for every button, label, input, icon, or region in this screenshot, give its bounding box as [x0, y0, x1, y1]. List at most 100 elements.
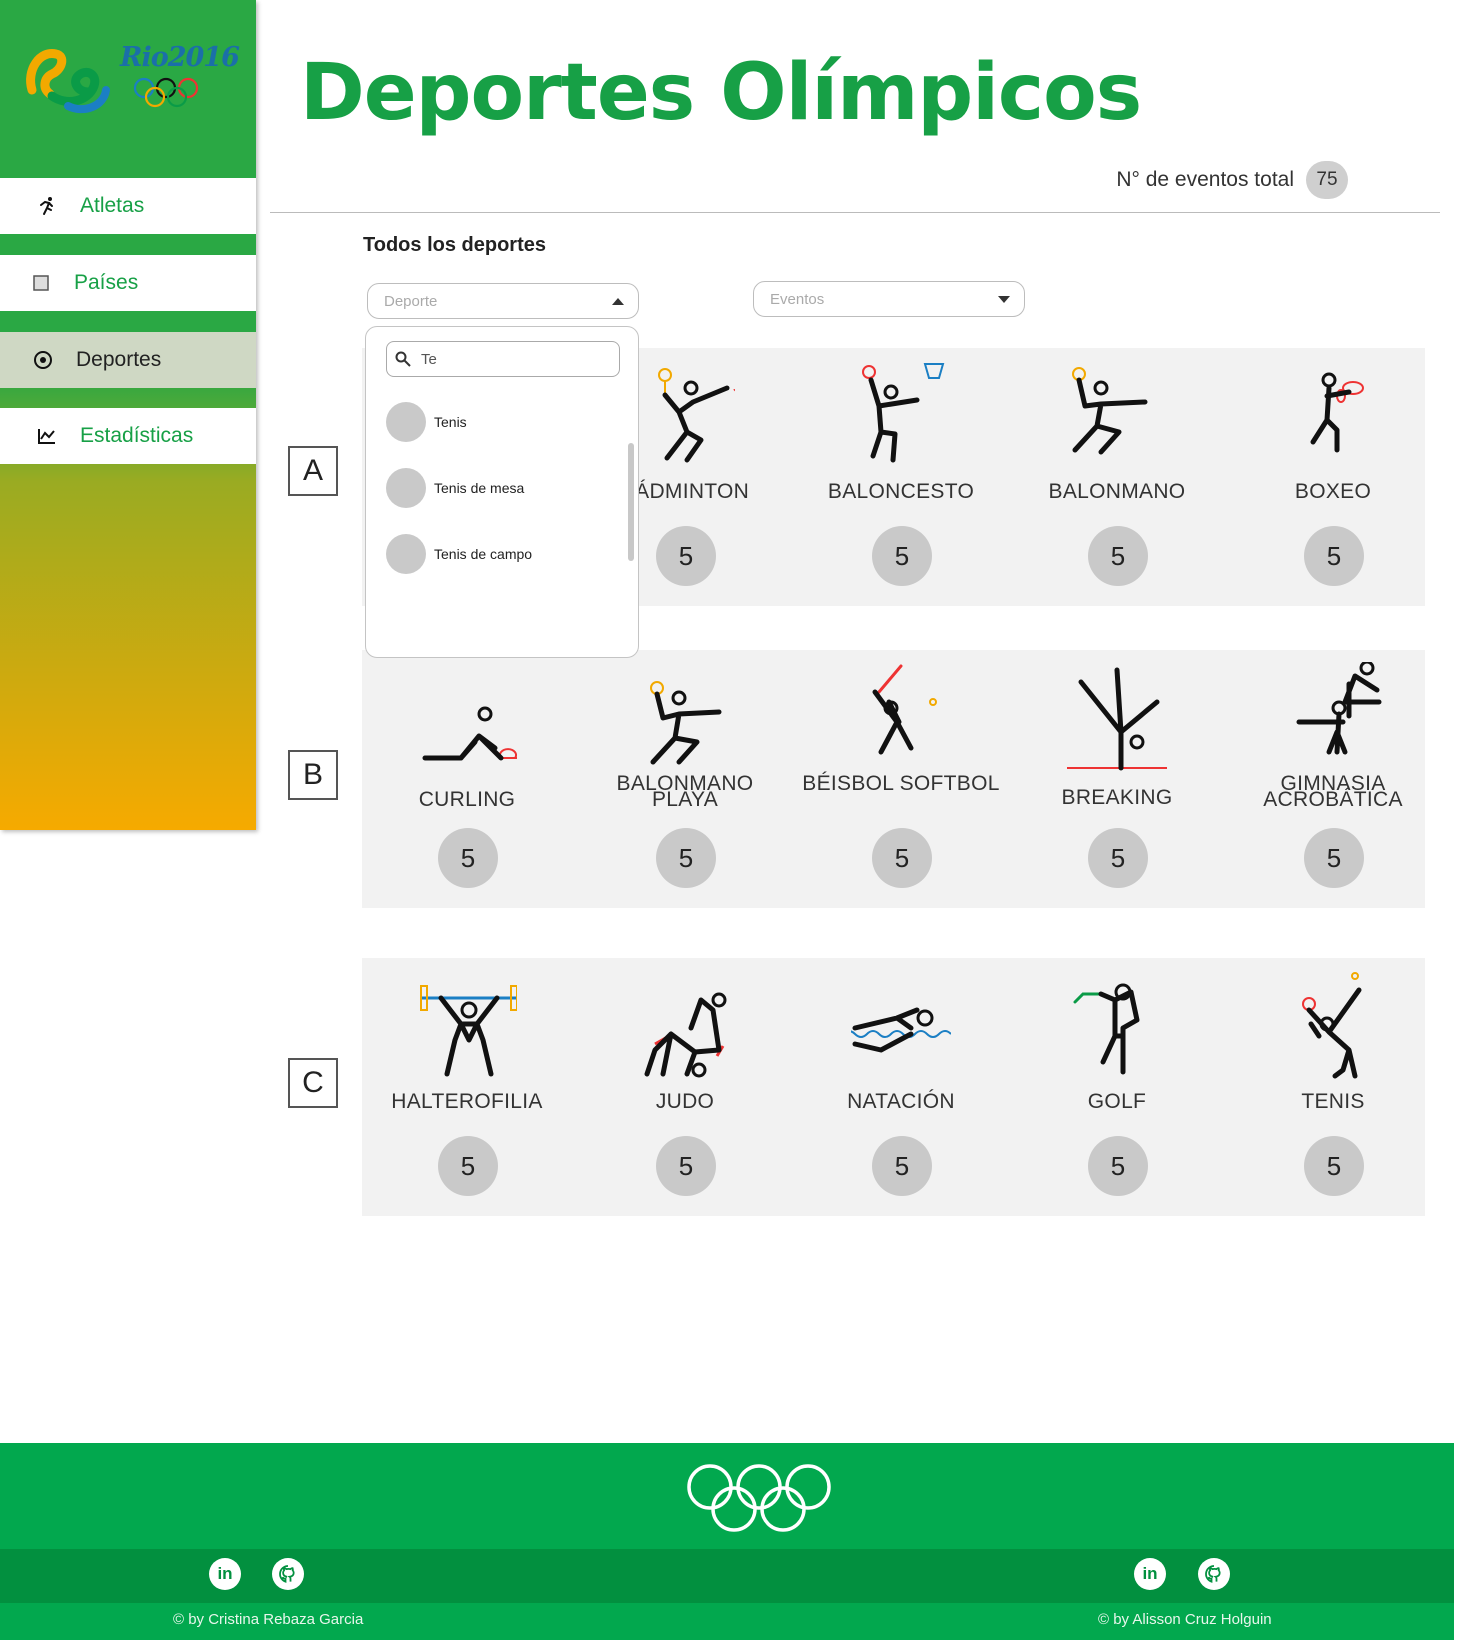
- page-title: Deportes Olímpicos: [300, 48, 1142, 138]
- sport-card-gimnasia-acrobatica[interactable]: GIMNASIA ACROBÁTICA 5: [1233, 650, 1433, 908]
- dropdown-search-input[interactable]: Te: [386, 341, 620, 377]
- sport-dropdown-panel: Te Tenis Tenis de mesa Tenis de campo: [365, 326, 639, 658]
- row-letter-a: A: [288, 446, 338, 496]
- github-icon[interactable]: [272, 1558, 304, 1590]
- option-label: Tenis de mesa: [434, 480, 525, 496]
- acrobatic-gymnastics-icon: [1296, 662, 1382, 755]
- events-select-placeholder: Eventos: [770, 290, 825, 308]
- handball-icon: [1072, 367, 1148, 455]
- nav-label-paises: Países: [74, 271, 139, 294]
- beach-handball-icon: [650, 681, 722, 765]
- sport-name: BREAKING: [1061, 786, 1173, 809]
- row-letter-c: C: [288, 1058, 338, 1108]
- sport-select-placeholder: Deporte: [384, 292, 438, 310]
- sport-card-beisbol-softbol[interactable]: BÉISBOL SOFTBOL 5: [801, 650, 1001, 908]
- sport-event-count: 5: [872, 526, 932, 586]
- events-total: N° de eventos total 75: [1116, 161, 1348, 199]
- sport-card-golf[interactable]: GOLF 5: [1017, 958, 1217, 1216]
- sport-card-natacion[interactable]: NATACIÓN 5: [801, 958, 1001, 1216]
- linkedin-icon[interactable]: in: [209, 1558, 241, 1590]
- nav-item-deportes[interactable]: Deportes: [0, 332, 256, 388]
- events-select[interactable]: Eventos: [753, 281, 1025, 317]
- sport-name: JUDO: [655, 1090, 715, 1113]
- sport-name: CURLING: [418, 788, 516, 811]
- option-avatar: [386, 402, 426, 442]
- olympic-rings-icon: [133, 77, 199, 108]
- sport-name: BÉISBOL SOFTBOL: [802, 772, 1000, 795]
- boxing-icon: [1310, 372, 1364, 453]
- chart-icon: [36, 425, 58, 447]
- olympic-rings-icon: [687, 1464, 831, 1532]
- tennis-icon: [1302, 972, 1362, 1079]
- sport-event-count: 5: [656, 1136, 716, 1196]
- sport-event-count: 5: [1088, 526, 1148, 586]
- sport-select[interactable]: Deporte: [367, 283, 639, 319]
- sport-name: HALTEROFILIA: [391, 1090, 543, 1113]
- dropdown-search-value: Te: [421, 350, 437, 368]
- sport-card-curling[interactable]: CURLING 5: [367, 650, 567, 908]
- events-total-label: N° de eventos total: [1116, 168, 1294, 191]
- sport-name: GIMNASIA ACROBÁTICA: [1263, 772, 1403, 811]
- sport-event-count: 5: [1304, 1136, 1364, 1196]
- dropdown-option[interactable]: Tenis de mesa: [386, 467, 524, 509]
- sidebar: Rio2016 Atletas Países Deportes Estadíst…: [0, 0, 256, 830]
- sport-event-count: 5: [1088, 828, 1148, 888]
- weightlifting-icon: [420, 985, 517, 1077]
- sport-card-balonmano-playa[interactable]: BALONMANO PLAYA 5: [585, 650, 785, 908]
- section-label: Todos los deportes: [363, 234, 546, 256]
- running-icon: [36, 195, 58, 217]
- sport-card-baloncesto[interactable]: BALONCESTO 5: [801, 348, 1001, 606]
- nav-item-atletas[interactable]: Atletas: [0, 178, 256, 234]
- basketball-icon: [862, 363, 945, 463]
- curling-icon: [422, 706, 517, 761]
- sport-name: TENIS: [1301, 1090, 1365, 1113]
- sport-card-balonmano[interactable]: BALONMANO 5: [1017, 348, 1217, 606]
- sport-card-breaking[interactable]: BREAKING 5: [1017, 650, 1217, 908]
- swimming-icon: [851, 1007, 951, 1053]
- sport-event-count: 5: [1304, 828, 1364, 888]
- github-icon[interactable]: [1198, 1558, 1230, 1590]
- golf-icon: [1073, 983, 1140, 1075]
- baseball-icon: [872, 664, 937, 755]
- sport-event-count: 5: [438, 828, 498, 888]
- nav-label-deportes: Deportes: [76, 348, 162, 371]
- nav-label-estadisticas: Estadísticas: [80, 424, 194, 447]
- sport-name: BALONMANO: [1048, 480, 1186, 503]
- nav-label-atletas: Atletas: [80, 194, 145, 217]
- sport-event-count: 5: [872, 828, 932, 888]
- row-letter-b: B: [288, 750, 338, 800]
- option-label: Tenis: [434, 414, 467, 430]
- footer: in in © by Cristina Rebaza Garcia © by A…: [0, 1443, 1454, 1640]
- nav-item-estadisticas[interactable]: Estadísticas: [0, 408, 256, 464]
- soccer-ball-icon: [32, 349, 54, 371]
- sport-event-count: 5: [1088, 1136, 1148, 1196]
- credit-right: © by Alisson Cruz Holguin: [1098, 1611, 1272, 1628]
- square-icon: [30, 272, 52, 294]
- sport-card-boxeo[interactable]: BOXEO 5: [1233, 348, 1433, 606]
- app-root: Rio2016 Atletas Países Deportes Estadíst…: [0, 0, 1458, 1640]
- sport-event-count: 5: [872, 1136, 932, 1196]
- option-avatar: [386, 534, 426, 574]
- sport-card-judo[interactable]: JUDO 5: [585, 958, 785, 1216]
- sport-card-halterofilia[interactable]: HALTEROFILIA 5: [367, 958, 567, 1216]
- caret-up-icon: [612, 297, 624, 305]
- search-icon: [395, 351, 411, 367]
- caret-down-icon: [998, 295, 1010, 303]
- sport-name: BALONMANO PLAYA: [616, 772, 754, 811]
- dropdown-option[interactable]: Tenis de campo: [386, 533, 532, 575]
- badminton-icon: [658, 368, 735, 463]
- option-avatar: [386, 468, 426, 508]
- dropdown-scrollbar[interactable]: [628, 443, 634, 561]
- sport-card-tenis[interactable]: TENIS 5: [1233, 958, 1433, 1216]
- sport-name: BALONCESTO: [827, 480, 975, 503]
- nav-item-paises[interactable]: Países: [0, 255, 256, 311]
- option-label: Tenis de campo: [434, 546, 533, 562]
- sports-row-b: CURLING 5 BALONMANO PLAYA 5 BÉISBOL SOFT…: [362, 650, 1425, 908]
- judo-icon: [644, 992, 727, 1078]
- events-total-badge: 75: [1306, 161, 1348, 199]
- sport-event-count: 5: [656, 526, 716, 586]
- linkedin-icon[interactable]: in: [1134, 1558, 1166, 1590]
- sport-event-count: 5: [1304, 526, 1364, 586]
- dropdown-option[interactable]: Tenis: [386, 401, 467, 443]
- rio2016-logo[interactable]: Rio2016: [22, 40, 240, 120]
